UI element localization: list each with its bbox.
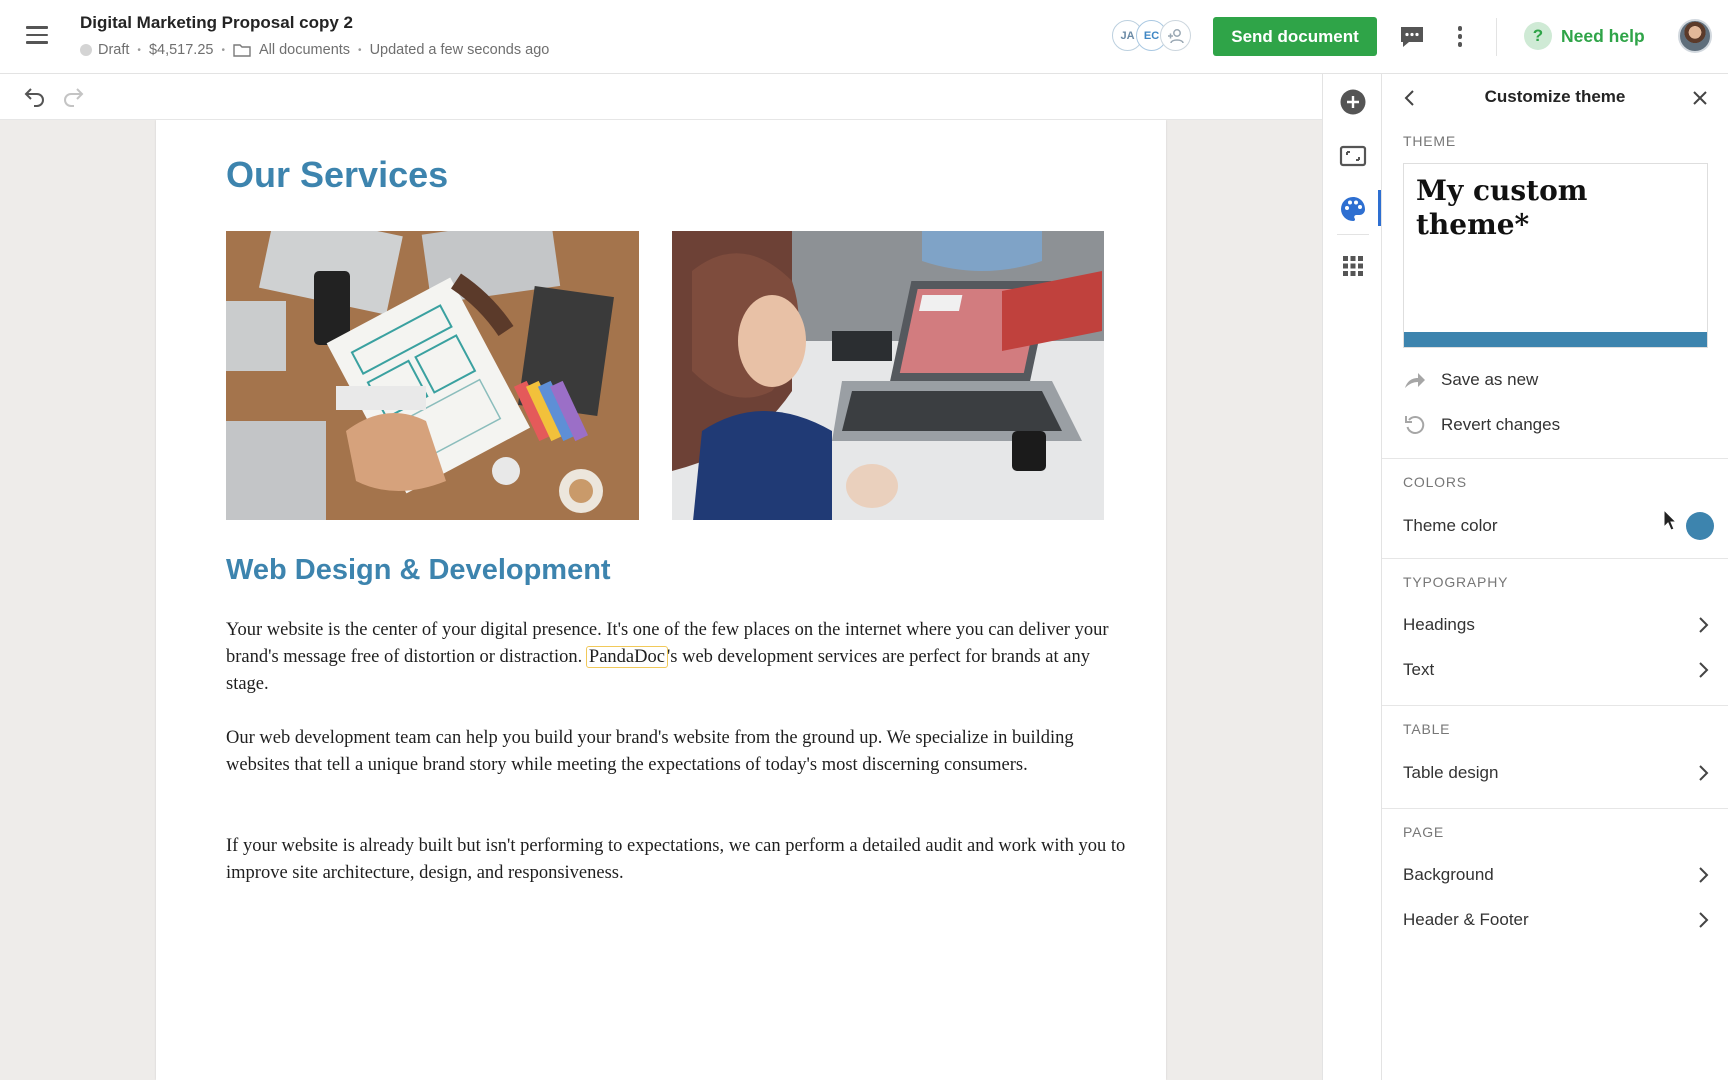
table-design-row[interactable]: Table design xyxy=(1403,755,1709,791)
document-canvas[interactable]: Our Services Web Design & Development Yo… xyxy=(0,120,1322,1080)
close-icon[interactable] xyxy=(1690,88,1710,108)
save-as-new-button[interactable]: Save as new xyxy=(1403,369,1538,391)
typography-section-label: TYPOGRAPHY xyxy=(1403,574,1509,590)
revert-changes-label: Revert changes xyxy=(1441,415,1561,434)
save-as-new-label: Save as new xyxy=(1441,370,1539,389)
theme-color-label: Theme color xyxy=(1403,516,1498,535)
apps-grid-icon[interactable] xyxy=(1339,252,1367,280)
add-collaborator-icon[interactable] xyxy=(1160,20,1191,51)
theme-color-bar xyxy=(1404,332,1707,347)
divider xyxy=(1337,234,1369,235)
add-icon[interactable] xyxy=(1339,88,1367,116)
table-design-label: Table design xyxy=(1403,763,1499,782)
redo-icon[interactable] xyxy=(62,85,86,107)
separator-dot: • xyxy=(137,44,141,56)
document-page[interactable]: Our Services Web Design & Development Yo… xyxy=(156,120,1166,1080)
active-indicator xyxy=(1378,190,1381,226)
separator-dot: • xyxy=(358,44,362,56)
background-row[interactable]: Background xyxy=(1403,857,1709,893)
revert-icon xyxy=(1405,416,1425,434)
collaborators: JA EC xyxy=(1112,20,1191,52)
help-icon: ? xyxy=(1524,22,1552,50)
divider xyxy=(1382,458,1728,459)
text-row[interactable]: Text xyxy=(1403,652,1709,688)
more-options-icon[interactable] xyxy=(1455,26,1465,50)
panel-title: Customize theme xyxy=(1484,87,1626,106)
menu-icon[interactable] xyxy=(26,26,48,46)
theme-section-label: THEME xyxy=(1403,133,1456,149)
page-section-label: PAGE xyxy=(1403,824,1445,840)
user-avatar[interactable] xyxy=(1678,19,1712,53)
folder-icon xyxy=(233,44,251,57)
paragraph-1[interactable]: Your website is the center of your digit… xyxy=(226,617,1126,698)
palette-icon[interactable] xyxy=(1339,195,1367,223)
send-document-button[interactable]: Send document xyxy=(1213,17,1377,56)
frame-icon[interactable] xyxy=(1339,142,1367,170)
chevron-right-icon xyxy=(1699,867,1709,883)
need-help-button[interactable]: ? Need help xyxy=(1524,22,1645,50)
document-meta: Draft • $4,517.25 • All documents • Upda… xyxy=(80,42,549,58)
section-heading[interactable]: Our Services xyxy=(226,154,448,196)
header-footer-label: Header & Footer xyxy=(1403,910,1529,929)
chevron-right-icon xyxy=(1699,765,1709,781)
paragraph-2[interactable]: Our web development team can help you bu… xyxy=(226,725,1126,779)
editor-toolbar xyxy=(0,74,1322,120)
theme-preview-card[interactable]: My custom theme* xyxy=(1403,163,1708,348)
separator-dot: • xyxy=(221,44,225,56)
theme-color-swatch[interactable] xyxy=(1686,512,1714,540)
chevron-right-icon xyxy=(1699,912,1709,928)
paragraph-3[interactable]: If your website is already built but isn… xyxy=(226,833,1126,887)
revert-changes-button[interactable]: Revert changes xyxy=(1403,414,1560,436)
chevron-right-icon xyxy=(1699,617,1709,633)
theme-name: My custom theme* xyxy=(1416,174,1588,241)
share-arrow-icon xyxy=(1405,373,1425,388)
woman-laptop-meeting-photo[interactable] xyxy=(672,231,1104,520)
table-section-label: TABLE xyxy=(1403,721,1451,737)
office-desk-wireframe-photo[interactable] xyxy=(226,231,639,520)
colors-section-label: COLORS xyxy=(1403,474,1467,490)
divider xyxy=(1382,808,1728,809)
text-label: Text xyxy=(1403,660,1435,679)
need-help-label: Need help xyxy=(1561,25,1645,46)
document-amount: $4,517.25 xyxy=(148,42,214,58)
chat-icon[interactable] xyxy=(1398,24,1426,50)
header-footer-row[interactable]: Header & Footer xyxy=(1403,902,1709,938)
top-bar: Digital Marketing Proposal copy 2 Draft … xyxy=(0,0,1728,74)
updated-status: Updated a few seconds ago xyxy=(369,42,550,58)
headings-row[interactable]: Headings xyxy=(1403,607,1709,643)
chevron-right-icon xyxy=(1699,662,1709,678)
divider xyxy=(1382,705,1728,706)
divider xyxy=(1382,558,1728,559)
divider xyxy=(1496,18,1497,56)
variable-highlight-pandadoc[interactable]: PandaDoc xyxy=(585,646,668,668)
background-label: Background xyxy=(1403,865,1494,884)
sidebar-rail xyxy=(1322,74,1382,1080)
customize-theme-panel: Customize theme THEME My custom theme* S… xyxy=(1382,74,1728,1080)
headings-label: Headings xyxy=(1403,615,1475,634)
document-title[interactable]: Digital Marketing Proposal copy 2 xyxy=(80,13,353,33)
status-dot-icon xyxy=(80,44,92,56)
mouse-cursor-icon xyxy=(1663,509,1677,531)
subsection-heading[interactable]: Web Design & Development xyxy=(226,554,611,587)
undo-icon[interactable] xyxy=(22,85,46,107)
folder-link[interactable]: All documents xyxy=(259,42,350,58)
status-label: Draft xyxy=(98,42,130,58)
